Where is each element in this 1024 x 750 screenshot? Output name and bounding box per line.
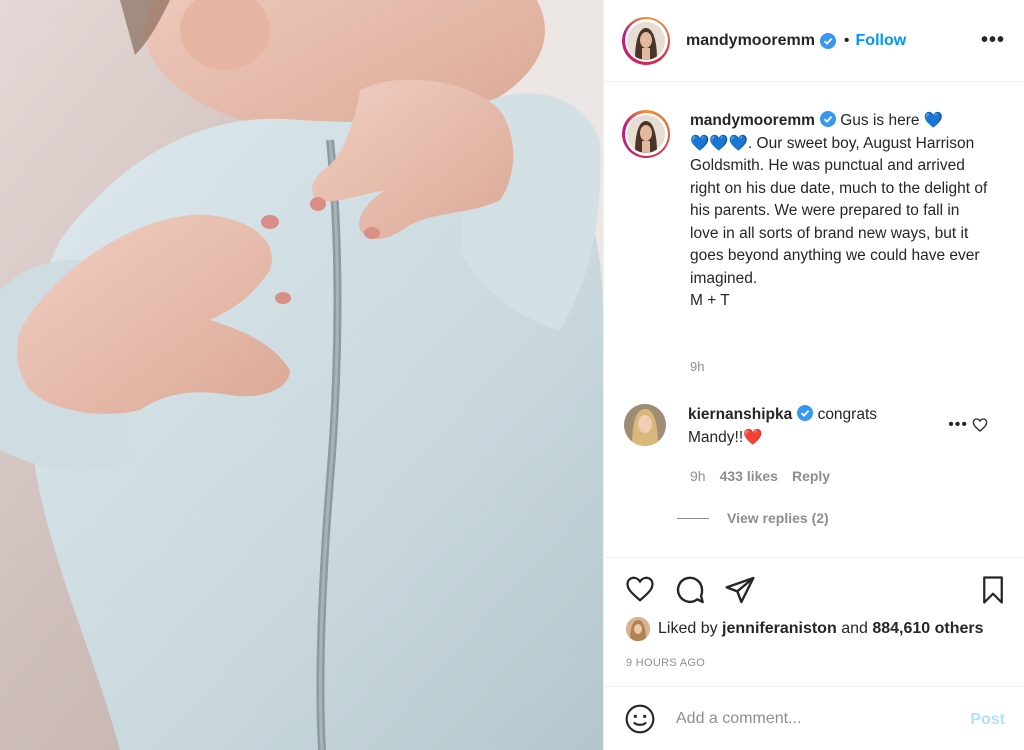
- separator-dot: •: [843, 31, 850, 49]
- caption-body: . Our sweet boy, August Harrison Goldsmi…: [690, 134, 988, 287]
- share-paper-plane-icon[interactable]: [724, 574, 756, 606]
- comment-input[interactable]: [676, 709, 956, 728]
- comment-options-icon[interactable]: •••: [948, 416, 968, 434]
- red-heart-icon: ❤️: [743, 428, 763, 446]
- commenter-username[interactable]: kiernanshipka: [688, 406, 792, 423]
- comment-like-heart-icon[interactable]: [972, 417, 988, 433]
- likes-summary: Liked by jenniferaniston and 884,610 oth…: [626, 617, 984, 641]
- view-replies-label[interactable]: View replies (2): [727, 510, 829, 526]
- caption-author-avatar[interactable]: [622, 110, 670, 158]
- emoji-smiley-icon[interactable]: [624, 703, 656, 735]
- verified-badge-icon: [819, 111, 836, 127]
- likes-prefix: Liked by: [658, 620, 718, 637]
- caption-intro: Gus is here: [840, 112, 924, 129]
- comment-bubble-icon[interactable]: [674, 574, 706, 606]
- comment-actions: 9h 433 likes Reply: [690, 468, 830, 484]
- post-timestamp[interactable]: 9 HOURS AGO: [626, 657, 705, 669]
- verified-badge-icon: [819, 32, 836, 49]
- post-caption: mandymooremm Gus is here 💙 💙💙💙. Our swee…: [622, 110, 1012, 313]
- commenter-avatar[interactable]: [624, 404, 666, 446]
- caption-text: mandymooremm Gus is here 💙 💙💙💙. Our swee…: [690, 110, 990, 313]
- blue-heart-icon: 💙: [923, 112, 944, 129]
- likes-connector: and: [841, 620, 868, 637]
- post-comment-button[interactable]: Post: [970, 711, 1005, 729]
- blue-heart-icon: 💙: [709, 134, 729, 152]
- likes-others-count[interactable]: 884,610 others: [872, 620, 983, 638]
- avatar-portrait-icon: [626, 617, 650, 641]
- caption-username[interactable]: mandymooremm: [690, 112, 815, 129]
- author-username[interactable]: mandymooremm: [686, 32, 815, 50]
- liker-avatar[interactable]: [626, 617, 650, 641]
- save-bookmark-icon[interactable]: [978, 574, 1008, 606]
- post-actions-bar: [604, 557, 1024, 617]
- add-comment-bar: Post: [604, 686, 1024, 750]
- instagram-post: mandymooremm • Follow ••• mandymooremm G…: [0, 0, 1024, 750]
- caption-time[interactable]: 9h: [690, 359, 704, 374]
- view-replies-button[interactable]: View replies (2): [677, 510, 829, 526]
- baby-photo-illustration: [0, 0, 603, 750]
- post-header: mandymooremm • Follow •••: [604, 0, 1024, 82]
- comment-likes-count[interactable]: 433 likes: [720, 468, 778, 484]
- author-avatar[interactable]: [622, 16, 670, 65]
- liker-username[interactable]: jenniferaniston: [722, 620, 837, 638]
- post-photo[interactable]: [0, 0, 603, 750]
- ellipsis-icon[interactable]: •••: [981, 29, 1005, 52]
- avatar-portrait-icon: [624, 404, 666, 446]
- avatar-portrait-icon: [627, 115, 665, 153]
- avatar-portrait-icon: [627, 21, 665, 60]
- comment-body: kiernanshipka congrats Mandy!!❤️: [688, 404, 908, 449]
- verified-badge-icon: [797, 405, 814, 421]
- follow-button[interactable]: Follow: [856, 32, 907, 50]
- blue-heart-icon: 💙: [728, 134, 748, 152]
- post-sidebar: mandymooremm • Follow ••• mandymooremm G…: [603, 0, 1024, 750]
- comment-time[interactable]: 9h: [690, 468, 706, 484]
- caption-signoff: M + T: [690, 292, 730, 309]
- like-heart-icon[interactable]: [624, 574, 656, 604]
- replies-divider: [677, 517, 709, 519]
- blue-heart-icon: 💙: [690, 134, 710, 152]
- comment-reply-button[interactable]: Reply: [792, 468, 830, 484]
